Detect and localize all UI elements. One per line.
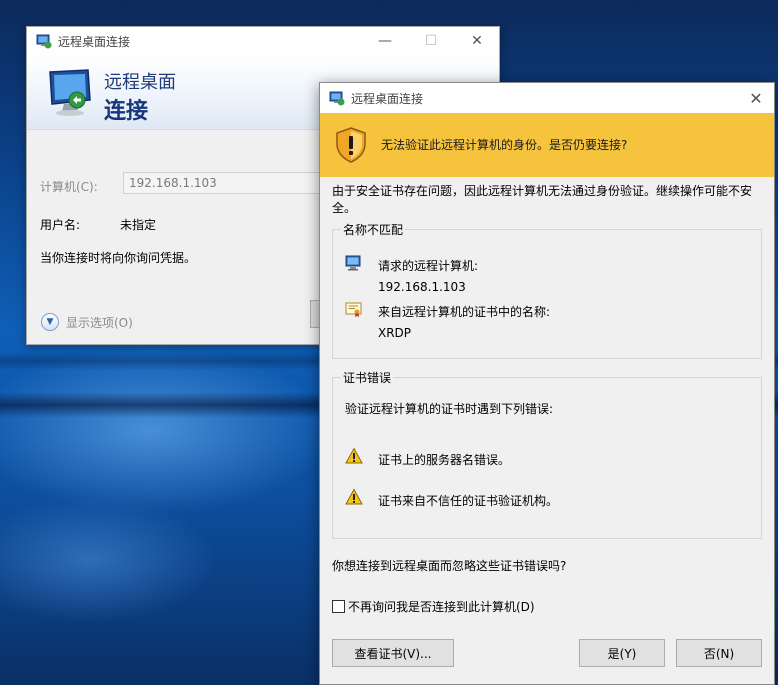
remote-desktop-large-icon bbox=[44, 66, 96, 118]
minimize-button[interactable]: — bbox=[363, 27, 407, 55]
view-certificate-button[interactable]: 查看证书(V)... bbox=[332, 639, 454, 667]
warning-banner: 无法验证此远程计算机的身份。是否仍要连接? bbox=[320, 113, 774, 177]
security-shield-warning-icon bbox=[334, 126, 368, 164]
rdc-header-title: 远程桌面 bbox=[104, 72, 176, 93]
warning-message: 无法验证此远程计算机的身份。是否仍要连接? bbox=[381, 138, 628, 152]
certificate-icon bbox=[345, 300, 363, 318]
cert-name-value: XRDP bbox=[378, 326, 412, 340]
requested-computer-label: 请求的远程计算机: bbox=[378, 259, 479, 273]
yes-button[interactable]: 是(Y) bbox=[579, 639, 665, 667]
computer-input[interactable]: 192.168.1.103 bbox=[123, 172, 333, 194]
name-mismatch-legend: 名称不匹配 bbox=[341, 221, 406, 238]
intro-text: 由于安全证书存在问题，因此远程计算机无法通过身份验证。继续操作可能不安全。 bbox=[332, 184, 753, 215]
maximize-button[interactable]: ☐ bbox=[409, 27, 453, 55]
close-button[interactable]: ✕ bbox=[455, 27, 499, 55]
connect-question: 你想连接到远程桌面而忽略这些证书错误吗? bbox=[332, 559, 567, 573]
warning-icon bbox=[345, 447, 363, 465]
dialog-close-button[interactable]: ✕ bbox=[738, 83, 774, 113]
cert-error-item: 证书上的服务器名错误。 bbox=[378, 453, 511, 467]
cert-name-label: 来自远程计算机的证书中的名称: bbox=[378, 305, 551, 319]
cert-error-item: 证书来自不信任的证书验证机构。 bbox=[378, 494, 559, 508]
certificate-warning-dialog: 远程桌面连接 ✕ 无法验证此远程计算机的身份。是否仍要连接? 由于安全证书存在问… bbox=[319, 82, 775, 685]
user-label: 用户名: bbox=[40, 218, 81, 232]
dialog-titlebar[interactable]: 远程桌面连接 ✕ bbox=[320, 83, 774, 113]
rdc-titlebar[interactable]: 远程桌面连接 — ☐ ✕ bbox=[27, 27, 499, 55]
remote-desktop-icon bbox=[329, 90, 345, 106]
no-button[interactable]: 否(N) bbox=[676, 639, 762, 667]
certificate-errors-intro: 验证远程计算机的证书时遇到下列错误: bbox=[345, 402, 554, 416]
computer-icon bbox=[345, 254, 363, 272]
dont-ask-label: 不再询问我是否连接到此计算机(D) bbox=[348, 600, 535, 614]
requested-computer-value: 192.168.1.103 bbox=[378, 280, 466, 294]
chevron-down-icon: ▼ bbox=[41, 313, 59, 331]
name-mismatch-group: 名称不匹配 请求的远程计算机: 192.168.1.103 来自远程计算机的证书… bbox=[332, 221, 762, 359]
show-options-toggle[interactable]: ▼ 显示选项(O) bbox=[41, 313, 133, 331]
certificate-errors-group: 证书错误 验证远程计算机的证书时遇到下列错误: 证书上的服务器名错误。 证书来自… bbox=[332, 369, 762, 539]
user-value: 未指定 bbox=[120, 218, 157, 232]
dialog-title: 远程桌面连接 bbox=[351, 91, 424, 106]
computer-label: 计算机(C): bbox=[40, 180, 98, 194]
checkbox-box[interactable] bbox=[332, 600, 345, 613]
credentials-prompt-text: 当你连接时将向你询问凭据。 bbox=[40, 251, 197, 265]
certificate-errors-legend: 证书错误 bbox=[341, 369, 394, 386]
show-options-label: 显示选项(O) bbox=[66, 315, 133, 330]
dont-ask-checkbox[interactable]: 不再询问我是否连接到此计算机(D) bbox=[332, 598, 535, 615]
rdc-title: 远程桌面连接 bbox=[58, 34, 131, 49]
remote-desktop-icon bbox=[36, 33, 52, 49]
rdc-header-subtitle: 连接 bbox=[104, 99, 149, 124]
warning-icon bbox=[345, 488, 363, 506]
